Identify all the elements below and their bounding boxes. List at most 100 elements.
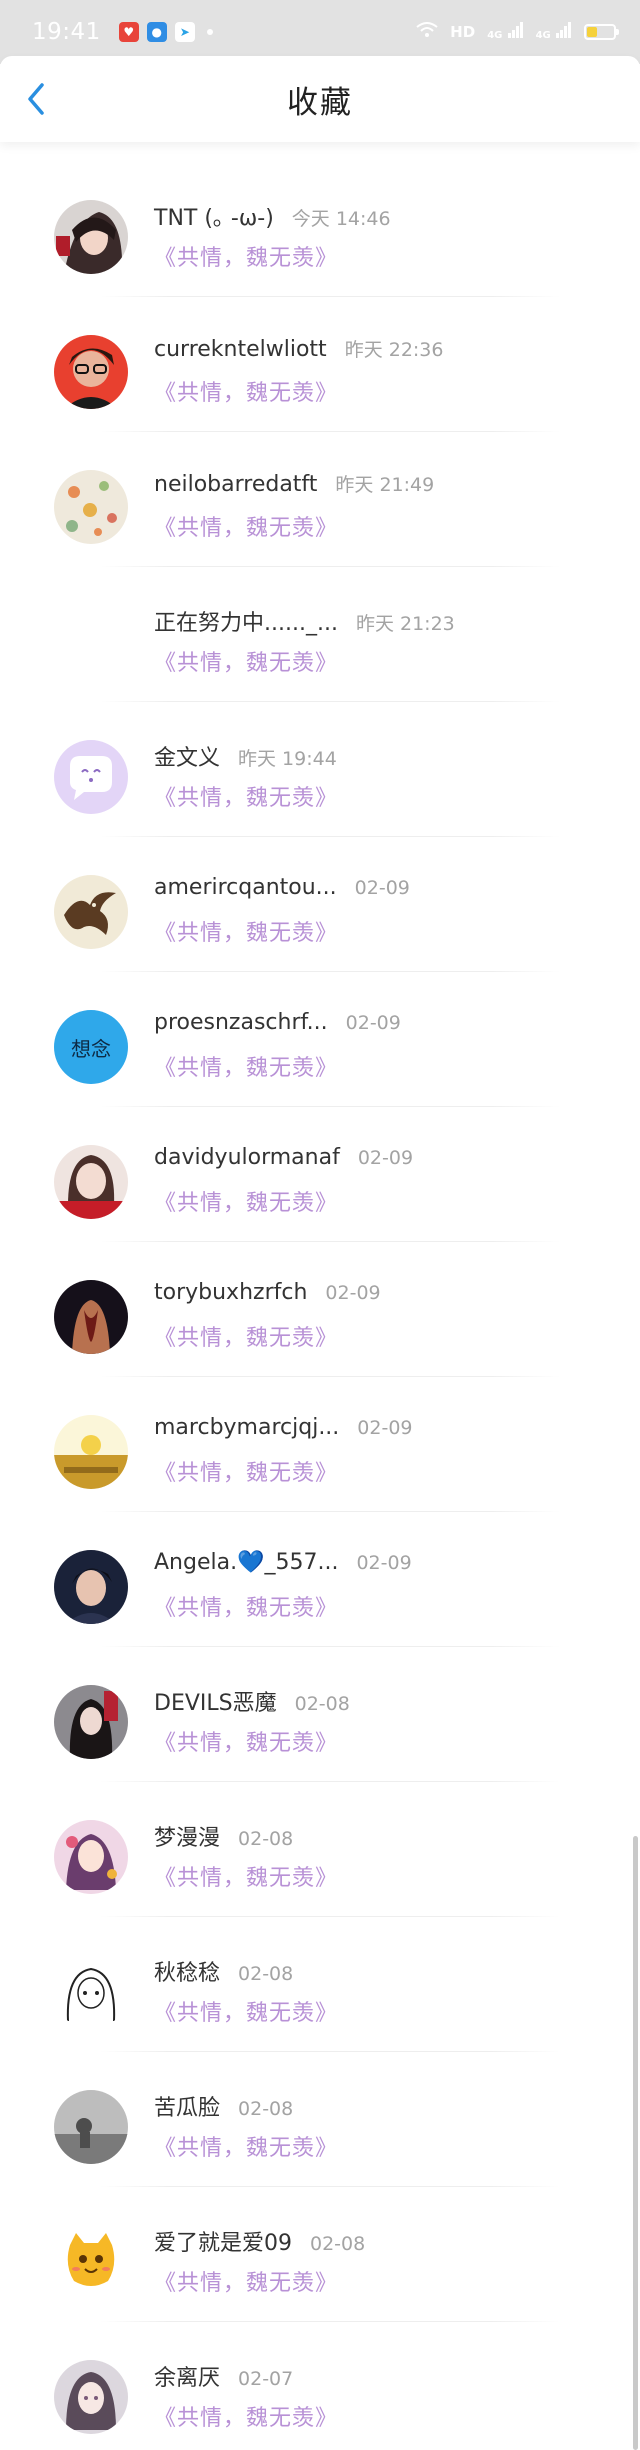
song-link[interactable]: 《共情，魏无羡》: [154, 375, 600, 407]
item-header: TNT (｡ -ω-) 今天 14:46: [154, 200, 600, 234]
song-link[interactable]: 《共情，魏无羡》: [154, 1590, 600, 1622]
timestamp: 02-09: [325, 1282, 381, 1304]
song-link[interactable]: 《共情，魏无羡》: [154, 240, 600, 272]
song-link[interactable]: 《共情，魏无羡》: [154, 2400, 600, 2432]
list-item[interactable]: marcbymarcjqj... 02-09 《共情，魏无羡》: [0, 1377, 640, 1512]
avatar[interactable]: [54, 470, 128, 544]
list-item[interactable]: 想念 proesnzaschrf... 02-09 《共情，魏无羡》: [0, 972, 640, 1107]
song-link[interactable]: 《共情，魏无羡》: [154, 510, 600, 542]
list-item[interactable]: 金文义 昨天 19:44 《共情，魏无羡》: [0, 702, 640, 837]
username[interactable]: davidyulormanaf: [154, 1145, 340, 1170]
avatar[interactable]: [54, 335, 128, 409]
item-header: 金文义 昨天 19:44: [154, 740, 600, 774]
list-item[interactable]: currekntelwliott 昨天 22:36 《共情，魏无羡》: [0, 297, 640, 432]
song-link[interactable]: 《共情，魏无羡》: [154, 2265, 600, 2297]
item-text: TNT (｡ -ω-) 今天 14:46 《共情，魏无羡》: [154, 200, 600, 272]
list-item[interactable]: neilobarredatft 昨天 21:49 《共情，魏无羡》: [0, 432, 640, 567]
item-text: currekntelwliott 昨天 22:36 《共情，魏无羡》: [154, 335, 600, 407]
avatar[interactable]: [54, 1820, 128, 1894]
username[interactable]: marcbymarcjqj...: [154, 1415, 339, 1440]
list-item[interactable]: DEVILS恶魔 02-08 《共情，魏无羡》: [0, 1647, 640, 1782]
username[interactable]: currekntelwliott: [154, 337, 327, 362]
avatar[interactable]: [54, 740, 128, 814]
item-text: Angela.💙_557... 02-09 《共情，魏无羡》: [154, 1550, 600, 1622]
item-text: 苦瓜脸 02-08 《共情，魏无羡》: [154, 2090, 600, 2162]
timestamp: 02-08: [238, 2098, 294, 2120]
username[interactable]: 金文义: [154, 740, 220, 772]
avatar[interactable]: [54, 605, 128, 679]
list-item[interactable]: 正在努力中......_... 昨天 21:23 《共情，魏无羡》: [0, 567, 640, 702]
list-item[interactable]: amerircqantou... 02-09 《共情，魏无羡》: [0, 837, 640, 972]
avatar[interactable]: [54, 1955, 128, 2029]
username[interactable]: Angela.💙_557...: [154, 1550, 338, 1575]
username[interactable]: 余离厌: [154, 2360, 220, 2392]
item-header: 余离厌 02-07: [154, 2360, 600, 2394]
avatar[interactable]: [54, 1685, 128, 1759]
avatar[interactable]: [54, 2360, 128, 2434]
username[interactable]: 苦瓜脸: [154, 2090, 220, 2122]
song-link[interactable]: 《共情，魏无羡》: [154, 1995, 600, 2027]
list-item[interactable]: 余离厌 02-07 《共情，魏无羡》: [0, 2322, 640, 2450]
timestamp: 昨天 21:23: [355, 613, 455, 635]
item-header: 爱了就是爱09 02-08: [154, 2225, 600, 2259]
username[interactable]: 正在努力中......_...: [154, 605, 338, 637]
back-button[interactable]: [16, 74, 56, 124]
timestamp: 昨天 22:36: [344, 339, 444, 361]
username[interactable]: neilobarredatft: [154, 472, 317, 497]
username[interactable]: DEVILS恶魔: [154, 1685, 277, 1717]
song-link[interactable]: 《共情，魏无羡》: [154, 1860, 600, 1892]
song-link[interactable]: 《共情，魏无羡》: [154, 1725, 600, 1757]
timestamp: 02-08: [294, 1693, 350, 1715]
song-link[interactable]: 《共情，魏无羡》: [154, 1455, 600, 1487]
list-item[interactable]: 苦瓜脸 02-08 《共情，魏无羡》: [0, 2052, 640, 2187]
avatar[interactable]: [54, 2225, 128, 2299]
username[interactable]: torybuxhzrfch: [154, 1280, 307, 1305]
hd-icon: HD: [450, 23, 476, 41]
song-link[interactable]: 《共情，魏无羡》: [154, 915, 600, 947]
avatar[interactable]: [54, 1550, 128, 1624]
avatar[interactable]: [54, 2090, 128, 2164]
song-link[interactable]: 《共情，魏无羡》: [154, 1185, 600, 1217]
song-link[interactable]: 《共情，魏无羡》: [154, 1050, 600, 1082]
scrollbar[interactable]: [633, 1836, 638, 2450]
list-item[interactable]: TNT (｡ -ω-) 今天 14:46 《共情，魏无羡》: [0, 162, 640, 297]
username[interactable]: proesnzaschrf...: [154, 1010, 328, 1035]
avatar[interactable]: [54, 875, 128, 949]
wifi-icon: [416, 22, 438, 42]
item-header: neilobarredatft 昨天 21:49: [154, 470, 600, 504]
more-notifications-icon: [206, 29, 213, 35]
list-item[interactable]: 秋稔稔 02-08 《共情，魏无羡》: [0, 1917, 640, 2052]
list-item[interactable]: Angela.💙_557... 02-09 《共情，魏无羡》: [0, 1512, 640, 1647]
page-title: 收藏: [287, 84, 353, 121]
avatar[interactable]: [54, 1145, 128, 1219]
timestamp: 02-09: [356, 1552, 412, 1574]
username[interactable]: 梦漫漫: [154, 1820, 220, 1852]
timestamp: 02-08: [310, 2233, 366, 2255]
item-header: amerircqantou... 02-09: [154, 875, 600, 909]
timestamp: 今天 14:46: [291, 208, 391, 230]
username[interactable]: amerircqantou...: [154, 875, 337, 900]
timestamp: 02-07: [238, 2368, 294, 2390]
username[interactable]: 爱了就是爱09: [154, 2225, 292, 2257]
avatar[interactable]: [54, 1280, 128, 1354]
list-item[interactable]: davidyulormanaf 02-09 《共情，魏无羡》: [0, 1107, 640, 1242]
song-link[interactable]: 《共情，魏无羡》: [154, 2130, 600, 2162]
avatar[interactable]: [54, 1415, 128, 1489]
username[interactable]: 秋稔稔: [154, 1955, 220, 1987]
item-header: currekntelwliott 昨天 22:36: [154, 335, 600, 369]
item-header: 苦瓜脸 02-08: [154, 2090, 600, 2124]
song-link[interactable]: 《共情，魏无羡》: [154, 645, 600, 677]
signal-icon-2: 4G: [536, 22, 572, 42]
item-text: 金文义 昨天 19:44 《共情，魏无羡》: [154, 740, 600, 812]
timestamp: 02-09: [345, 1012, 401, 1034]
username[interactable]: TNT (｡ -ω-): [154, 200, 274, 232]
avatar[interactable]: [54, 200, 128, 274]
avatar[interactable]: 想念: [54, 1010, 128, 1084]
song-link[interactable]: 《共情，魏无羡》: [154, 780, 600, 812]
list-item[interactable]: 梦漫漫 02-08 《共情，魏无羡》: [0, 1782, 640, 1917]
list-item[interactable]: 爱了就是爱09 02-08 《共情，魏无羡》: [0, 2187, 640, 2322]
battery-icon: [584, 24, 619, 40]
song-link[interactable]: 《共情，魏无羡》: [154, 1320, 600, 1352]
signal-icon-1: 4G: [487, 22, 523, 42]
list-item[interactable]: torybuxhzrfch 02-09 《共情，魏无羡》: [0, 1242, 640, 1377]
